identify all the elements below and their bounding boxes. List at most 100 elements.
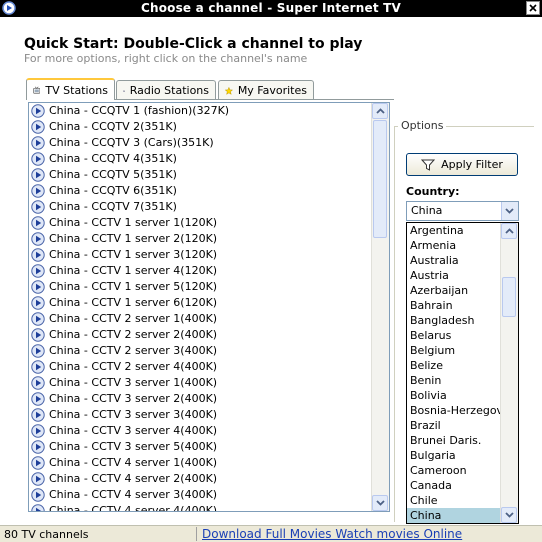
country-option[interactable]: Brazil (407, 418, 502, 433)
play-icon (31, 488, 45, 502)
channel-row[interactable]: China - CCTV 2 server 2(400K) (29, 327, 372, 343)
quick-start-heading: Quick Start: Double-Click a channel to p… (24, 36, 363, 52)
scroll-thumb[interactable] (373, 120, 387, 238)
channel-name: China - CCTV 2 server 2(400K) (49, 328, 218, 341)
country-scroll-thumb[interactable] (502, 277, 516, 317)
options-group-label: Options (398, 119, 447, 132)
channel-row[interactable]: China - CCTV 4 server 2(400K) (29, 471, 372, 487)
star-icon (225, 86, 233, 95)
country-option[interactable]: Bahrain (407, 298, 502, 313)
channel-name: China - CCTV 1 server 5(120K) (49, 280, 218, 293)
country-select[interactable]: China (406, 201, 519, 221)
country-option[interactable]: Australia (407, 253, 502, 268)
play-icon (31, 440, 45, 454)
play-icon (31, 168, 45, 182)
country-option[interactable]: Austria (407, 268, 502, 283)
scroll-up-button[interactable] (372, 103, 388, 119)
country-scroll-down-button[interactable] (501, 507, 517, 523)
country-option[interactable]: Azerbaijan (407, 283, 502, 298)
options-group-divider (394, 126, 395, 522)
channel-name: China - CCTV 3 server 3(400K) (49, 408, 218, 421)
channel-row[interactable]: China - CCQTV 6(351K) (29, 183, 372, 199)
quick-start-hint: For more options, right click on the cha… (24, 52, 308, 65)
title-bar[interactable]: Choose a channel - Super Internet TV (0, 0, 542, 17)
channel-list[interactable]: China - CCQTV 1 (fashion)(327K) China - C… (28, 102, 390, 512)
play-icon (31, 120, 45, 134)
play-icon (31, 392, 45, 406)
channel-row[interactable]: China - CCTV 1 server 6(120K) (29, 295, 372, 311)
chevron-down-icon (376, 500, 385, 506)
country-option[interactable]: Argentina (407, 223, 502, 238)
play-icon (31, 328, 45, 342)
play-icon (31, 248, 45, 262)
country-option[interactable]: Cameroon (407, 463, 502, 478)
channel-row[interactable]: China - CCQTV 4(351K) (29, 151, 372, 167)
channel-row[interactable]: China - CCTV 4 server 1(400K) (29, 455, 372, 471)
channel-row[interactable]: China - CCTV 3 server 3(400K) (29, 407, 372, 423)
country-option[interactable]: Bosnia-Herzegovina (407, 403, 502, 418)
country-option[interactable]: Chile (407, 493, 502, 508)
channel-row[interactable]: China - CCTV 2 server 4(400K) (29, 359, 372, 375)
country-option[interactable]: Benin (407, 373, 502, 388)
channel-list-scrollbar[interactable] (371, 103, 389, 511)
channel-row[interactable]: China - CCTV 1 server 5(120K) (29, 279, 372, 295)
play-icon (31, 296, 45, 310)
country-option[interactable]: Canada (407, 478, 502, 493)
country-dropdown-button[interactable] (501, 202, 518, 220)
channel-row[interactable]: China - CCTV 2 server 3(400K) (29, 343, 372, 359)
channel-name: China - CCQTV 1 (fashion)(327K) (49, 104, 230, 117)
channel-row[interactable]: China - CCTV 1 server 2(120K) (29, 231, 372, 247)
channel-row[interactable]: China - CCQTV 1 (fashion)(327K) (29, 103, 372, 119)
play-icon (31, 104, 45, 118)
country-option[interactable]: Brunei Daris. (407, 433, 502, 448)
country-dropdown-list[interactable]: Argentina Armenia Australia Austria Azerbaij… (406, 222, 519, 524)
tv-icon (33, 86, 41, 94)
channel-name: China - CCTV 4 server 2(400K) (49, 472, 218, 485)
channel-row[interactable]: China - CCQTV 3 (Cars)(351K) (29, 135, 372, 151)
country-option[interactable]: Bangladesh (407, 313, 502, 328)
country-option[interactable]: China (407, 508, 502, 523)
channel-row[interactable]: China - CCTV 3 server 1(400K) (29, 375, 372, 391)
channel-name: China - CCTV 1 server 6(120K) (49, 296, 218, 309)
channel-row[interactable]: China - CCTV 4 server 3(400K) (29, 487, 372, 503)
country-option[interactable]: Belarus (407, 328, 502, 343)
play-icon (31, 504, 45, 511)
channel-row[interactable]: China - CCQTV 2(351K) (29, 119, 372, 135)
country-scroll-up-button[interactable] (501, 223, 517, 239)
channel-name: China - CCTV 3 server 2(400K) (49, 392, 218, 405)
download-movies-link[interactable]: Download Full Movies Watch movies Online (202, 527, 462, 541)
scroll-down-button[interactable] (372, 495, 388, 511)
country-option[interactable]: Armenia (407, 238, 502, 253)
tab-my-favorites[interactable]: My Favorites (218, 80, 314, 100)
chevron-up-icon (376, 108, 385, 114)
filter-icon (421, 159, 436, 171)
tab-tv-stations[interactable]: TV Stations (26, 78, 115, 100)
play-icon (31, 152, 45, 166)
channel-name: China - CCTV 1 server 4(120K) (49, 264, 218, 277)
chevron-up-icon (505, 228, 514, 234)
channel-row[interactable]: China - CCTV 1 server 4(120K) (29, 263, 372, 279)
play-icon (31, 136, 45, 150)
country-option[interactable]: Bulgaria (407, 448, 502, 463)
play-icon (31, 216, 45, 230)
channel-row[interactable]: China - CCTV 2 server 1(400K) (29, 311, 372, 327)
play-icon (31, 408, 45, 422)
channel-name: China - CCTV 3 server 1(400K) (49, 376, 218, 389)
country-list-scrollbar[interactable] (500, 223, 518, 523)
tab-radio-stations[interactable]: Radio Stations (116, 80, 216, 100)
apply-filter-label: Apply Filter (441, 158, 503, 171)
channel-row[interactable]: China - CCQTV 7(351K) (29, 199, 372, 215)
country-option[interactable]: Bolivia (407, 388, 502, 403)
apply-filter-button[interactable]: Apply Filter (406, 153, 518, 176)
channel-row[interactable]: China - CCTV 3 server 5(400K) (29, 439, 372, 455)
channel-row[interactable]: China - CCTV 3 server 4(400K) (29, 423, 372, 439)
play-icon (31, 376, 45, 390)
channel-row[interactable]: China - CCTV 4 server 4(400K) (29, 503, 372, 511)
close-icon[interactable] (526, 1, 540, 15)
channel-row[interactable]: China - CCTV 1 server 3(120K) (29, 247, 372, 263)
channel-row[interactable]: China - CCQTV 5(351K) (29, 167, 372, 183)
country-option[interactable]: Belize (407, 358, 502, 373)
channel-row[interactable]: China - CCTV 3 server 2(400K) (29, 391, 372, 407)
channel-row[interactable]: China - CCTV 1 server 1(120K) (29, 215, 372, 231)
country-option[interactable]: Belgium (407, 343, 502, 358)
